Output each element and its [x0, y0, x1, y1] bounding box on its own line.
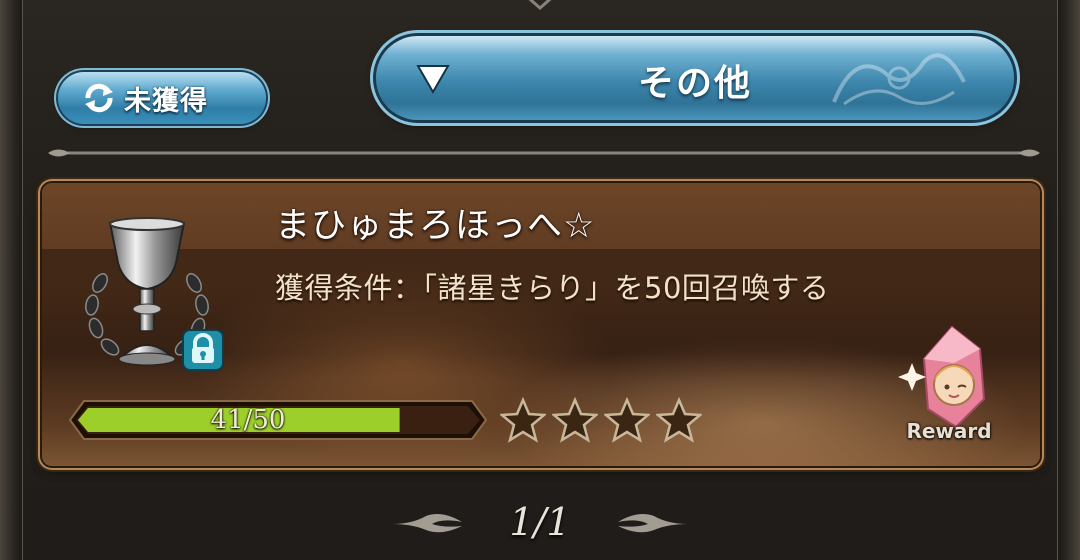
star-icon [500, 397, 546, 443]
star-icon [604, 397, 650, 443]
ornament-icon [832, 53, 966, 106]
toggle-label: 未獲得 [124, 85, 208, 117]
achievement-condition: 獲得条件：「諸星きらり」を50回召喚する [275, 271, 830, 305]
lock-icon [182, 329, 224, 371]
progress-text: 41/50 [210, 405, 286, 435]
previous-page-arrow-icon[interactable] [392, 512, 462, 536]
category-dropdown[interactable]: その他 [376, 36, 1014, 120]
next-page-arrow-icon[interactable] [618, 512, 688, 536]
achievement-card[interactable]: まひゅまろほっへ☆ 獲得条件：「諸星きらり」を50回召喚する 41/50 Rew… [42, 183, 1040, 466]
top-ornament-icon [528, 0, 552, 10]
left-frame-border [0, 0, 23, 560]
rarity-stars [500, 397, 702, 443]
star-icon [656, 397, 702, 443]
star-icon [552, 397, 598, 443]
right-frame-border [1057, 0, 1080, 560]
reward-label: Reward [906, 419, 992, 443]
refresh-icon [85, 83, 113, 113]
page-indicator: 1/1 [509, 500, 571, 544]
pagination: 1/1 [0, 500, 1080, 550]
unobtained-filter-toggle[interactable]: 未獲得 [58, 72, 266, 124]
section-divider [48, 149, 1040, 157]
achievement-title: まひゅまろほっへ☆ [275, 206, 596, 246]
